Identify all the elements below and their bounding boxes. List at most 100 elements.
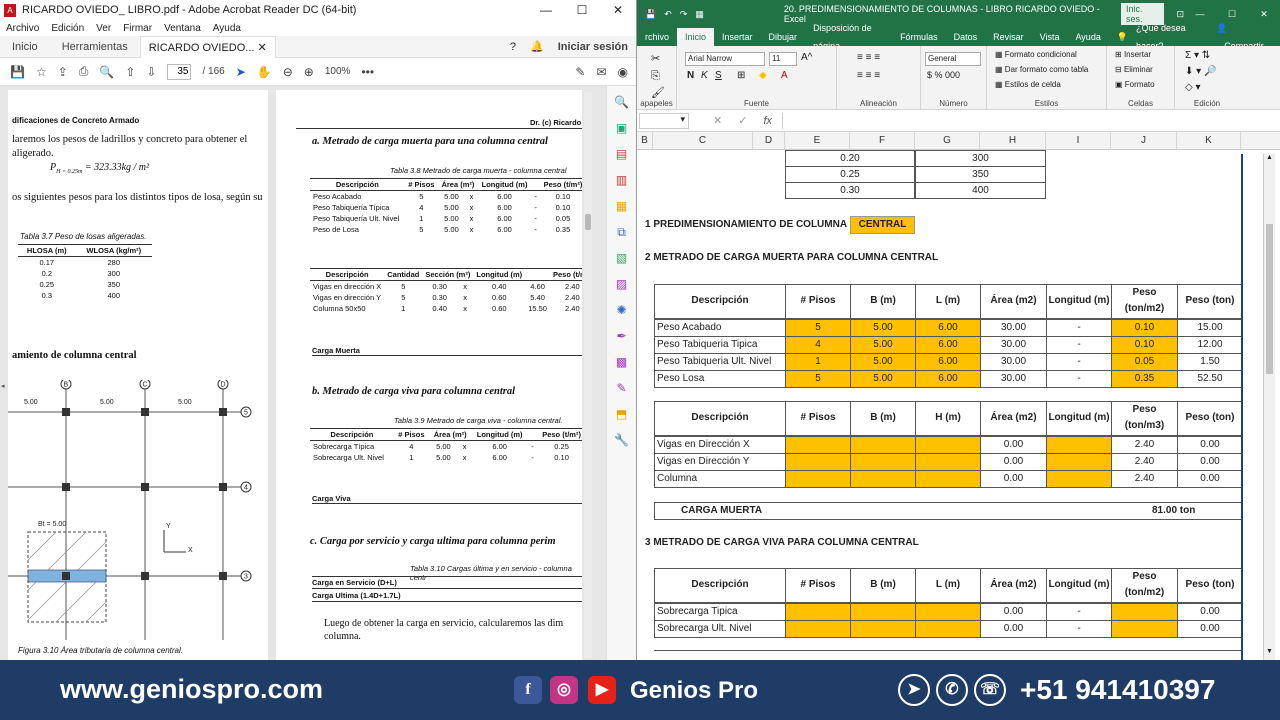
- table-cell[interactable]: 30.00: [980, 353, 1047, 371]
- table-header-cell[interactable]: L (m): [915, 284, 981, 319]
- table-cell[interactable]: 0.00: [980, 620, 1047, 638]
- table-cell[interactable]: [1046, 470, 1112, 488]
- table-cell[interactable]: 0.00: [1177, 603, 1243, 621]
- table-cell[interactable]: 0.35: [1111, 370, 1178, 388]
- table-cell[interactable]: 6.00: [915, 336, 981, 354]
- column-header[interactable]: H: [980, 132, 1046, 150]
- maximize-icon[interactable]: ☐: [564, 3, 600, 17]
- table-header-cell[interactable]: Área (m2): [980, 401, 1047, 436]
- zoom-select[interactable]: 100%: [325, 66, 351, 77]
- format-as-table-button[interactable]: ▦ Dar formato como tabla: [995, 65, 1088, 74]
- excel-maximize-icon[interactable]: ☐: [1216, 9, 1248, 20]
- table-cell[interactable]: [915, 470, 981, 488]
- table-header-cell[interactable]: B (m): [850, 284, 916, 319]
- delete-cells-button[interactable]: ⊟ Eliminar: [1115, 65, 1153, 74]
- tab-archivo[interactable]: rchivo: [637, 28, 677, 46]
- table-cell[interactable]: [915, 453, 981, 471]
- row-label-cell[interactable]: Vigas en Dirección Y: [654, 453, 786, 471]
- cell[interactable]: 0.20: [785, 150, 915, 167]
- page-number-input[interactable]: [167, 63, 192, 80]
- menu-ayuda[interactable]: Ayuda: [213, 23, 241, 34]
- format-cells-button[interactable]: ▣ Formato: [1115, 80, 1155, 89]
- borders-icon[interactable]: ⊞: [737, 70, 745, 81]
- menu-firmar[interactable]: Firmar: [123, 23, 152, 34]
- facebook-icon[interactable]: f: [514, 676, 542, 704]
- row-label-cell[interactable]: Peso Acabado: [654, 319, 786, 337]
- tab-ayuda[interactable]: Ayuda: [1067, 28, 1108, 46]
- account-icon[interactable]: ◉: [618, 65, 628, 79]
- website-link[interactable]: www.geniospro.com: [60, 674, 323, 705]
- tab-inicio[interactable]: Inicio: [677, 28, 715, 46]
- page-down-icon[interactable]: ⇩: [146, 65, 156, 79]
- table-cell[interactable]: [1046, 453, 1112, 471]
- expand-left-icon[interactable]: ◂: [1, 382, 5, 390]
- table-cell[interactable]: 5: [785, 319, 851, 337]
- sign-icon[interactable]: ✎: [575, 65, 585, 79]
- table-cell[interactable]: -: [1046, 353, 1112, 371]
- table-cell[interactable]: [850, 603, 916, 621]
- table-cell[interactable]: 52.50: [1177, 370, 1243, 388]
- table-header-cell[interactable]: L (m): [915, 568, 981, 603]
- mail-icon[interactable]: ✉: [596, 65, 606, 79]
- table-header-cell[interactable]: B (m): [850, 401, 916, 436]
- table-cell[interactable]: 2.40: [1111, 453, 1178, 471]
- table-cell[interactable]: 0.00: [980, 603, 1047, 621]
- tab-inicio[interactable]: Inicio: [0, 41, 50, 53]
- table-cell[interactable]: 15.00: [1177, 319, 1243, 337]
- insert-function-icon[interactable]: fx: [763, 115, 772, 127]
- upload-icon[interactable]: ⇪: [58, 65, 68, 79]
- formula-input[interactable]: [782, 112, 1280, 129]
- table-header-cell[interactable]: Descripción: [654, 284, 786, 319]
- zoom-out-icon[interactable]: ⊖: [283, 65, 293, 79]
- redo-icon[interactable]: ↷: [680, 9, 688, 20]
- hand-icon[interactable]: ✋: [257, 65, 272, 79]
- pdf-scroll-thumb[interactable]: [585, 214, 591, 230]
- table-cell[interactable]: 0.00: [980, 470, 1047, 488]
- scroll-down-icon[interactable]: ▼: [1264, 648, 1275, 660]
- telegram-icon[interactable]: ➤: [898, 674, 930, 706]
- table-cell[interactable]: [850, 620, 916, 638]
- table-cell[interactable]: 1: [785, 353, 851, 371]
- section-3-title[interactable]: 3 METRADO DE CARGA VIVA PARA COLUMNA CEN…: [645, 535, 919, 551]
- fill-icon[interactable]: ⬇ ▾ 🔎: [1185, 66, 1216, 77]
- table-cell[interactable]: [785, 603, 851, 621]
- table-header-cell[interactable]: # Pisos: [785, 568, 851, 603]
- tab-herramientas[interactable]: Herramientas: [50, 41, 140, 53]
- table-header-cell[interactable]: Peso (ton/m3): [1111, 401, 1178, 436]
- table-cell[interactable]: 0.00: [1177, 620, 1243, 638]
- share-icon[interactable]: ⬒: [614, 406, 630, 422]
- table-cell[interactable]: [785, 620, 851, 638]
- undo-icon[interactable]: ↶: [664, 9, 672, 20]
- autosum-icon[interactable]: Σ ▾ ⇅: [1185, 50, 1210, 61]
- signin-button[interactable]: Iniciar sesión: [558, 41, 628, 53]
- send-icon[interactable]: ✎: [614, 380, 630, 396]
- column-header[interactable]: J: [1111, 132, 1177, 150]
- table-header-cell[interactable]: Peso (ton): [1177, 401, 1243, 436]
- excel-vertical-scrollbar[interactable]: ▲ ▼: [1263, 154, 1275, 660]
- cell[interactable]: 350: [915, 166, 1046, 183]
- more-tools-icon[interactable]: 🔧: [614, 432, 630, 448]
- compress-icon[interactable]: ▩: [614, 354, 630, 370]
- row-label-cell[interactable]: Sobrecarga Ult. Nivel: [654, 620, 786, 638]
- table-cell[interactable]: 6.00: [915, 353, 981, 371]
- table-cell[interactable]: [785, 470, 851, 488]
- protect-icon[interactable]: ▨: [614, 276, 630, 292]
- clear-icon[interactable]: ◇ ▾: [1185, 82, 1201, 93]
- table-cell[interactable]: [785, 453, 851, 471]
- export-pdf-icon[interactable]: ▣: [614, 120, 630, 136]
- menu-edicion[interactable]: Edición: [51, 23, 84, 34]
- ribbon-options-icon[interactable]: ⊡: [1176, 9, 1184, 20]
- select-cursor-icon[interactable]: ➤: [236, 65, 246, 79]
- bold-icon[interactable]: N: [687, 70, 694, 81]
- table-cell[interactable]: 2.40: [1111, 470, 1178, 488]
- row-label-cell[interactable]: Vigas en Dirección X: [654, 436, 786, 454]
- search-icon[interactable]: 🔍: [99, 65, 114, 79]
- row-label-cell[interactable]: Peso Losa: [654, 370, 786, 388]
- cell-styles-button[interactable]: ▦ Estilos de celda: [995, 80, 1061, 89]
- table-cell[interactable]: 0.00: [1177, 453, 1243, 471]
- table-cell[interactable]: -: [1046, 319, 1112, 337]
- minimize-icon[interactable]: —: [528, 3, 564, 17]
- scroll-up-icon[interactable]: ▲: [1264, 154, 1275, 166]
- column-header[interactable]: G: [915, 132, 980, 150]
- pdf-scrollbar[interactable]: [584, 92, 592, 658]
